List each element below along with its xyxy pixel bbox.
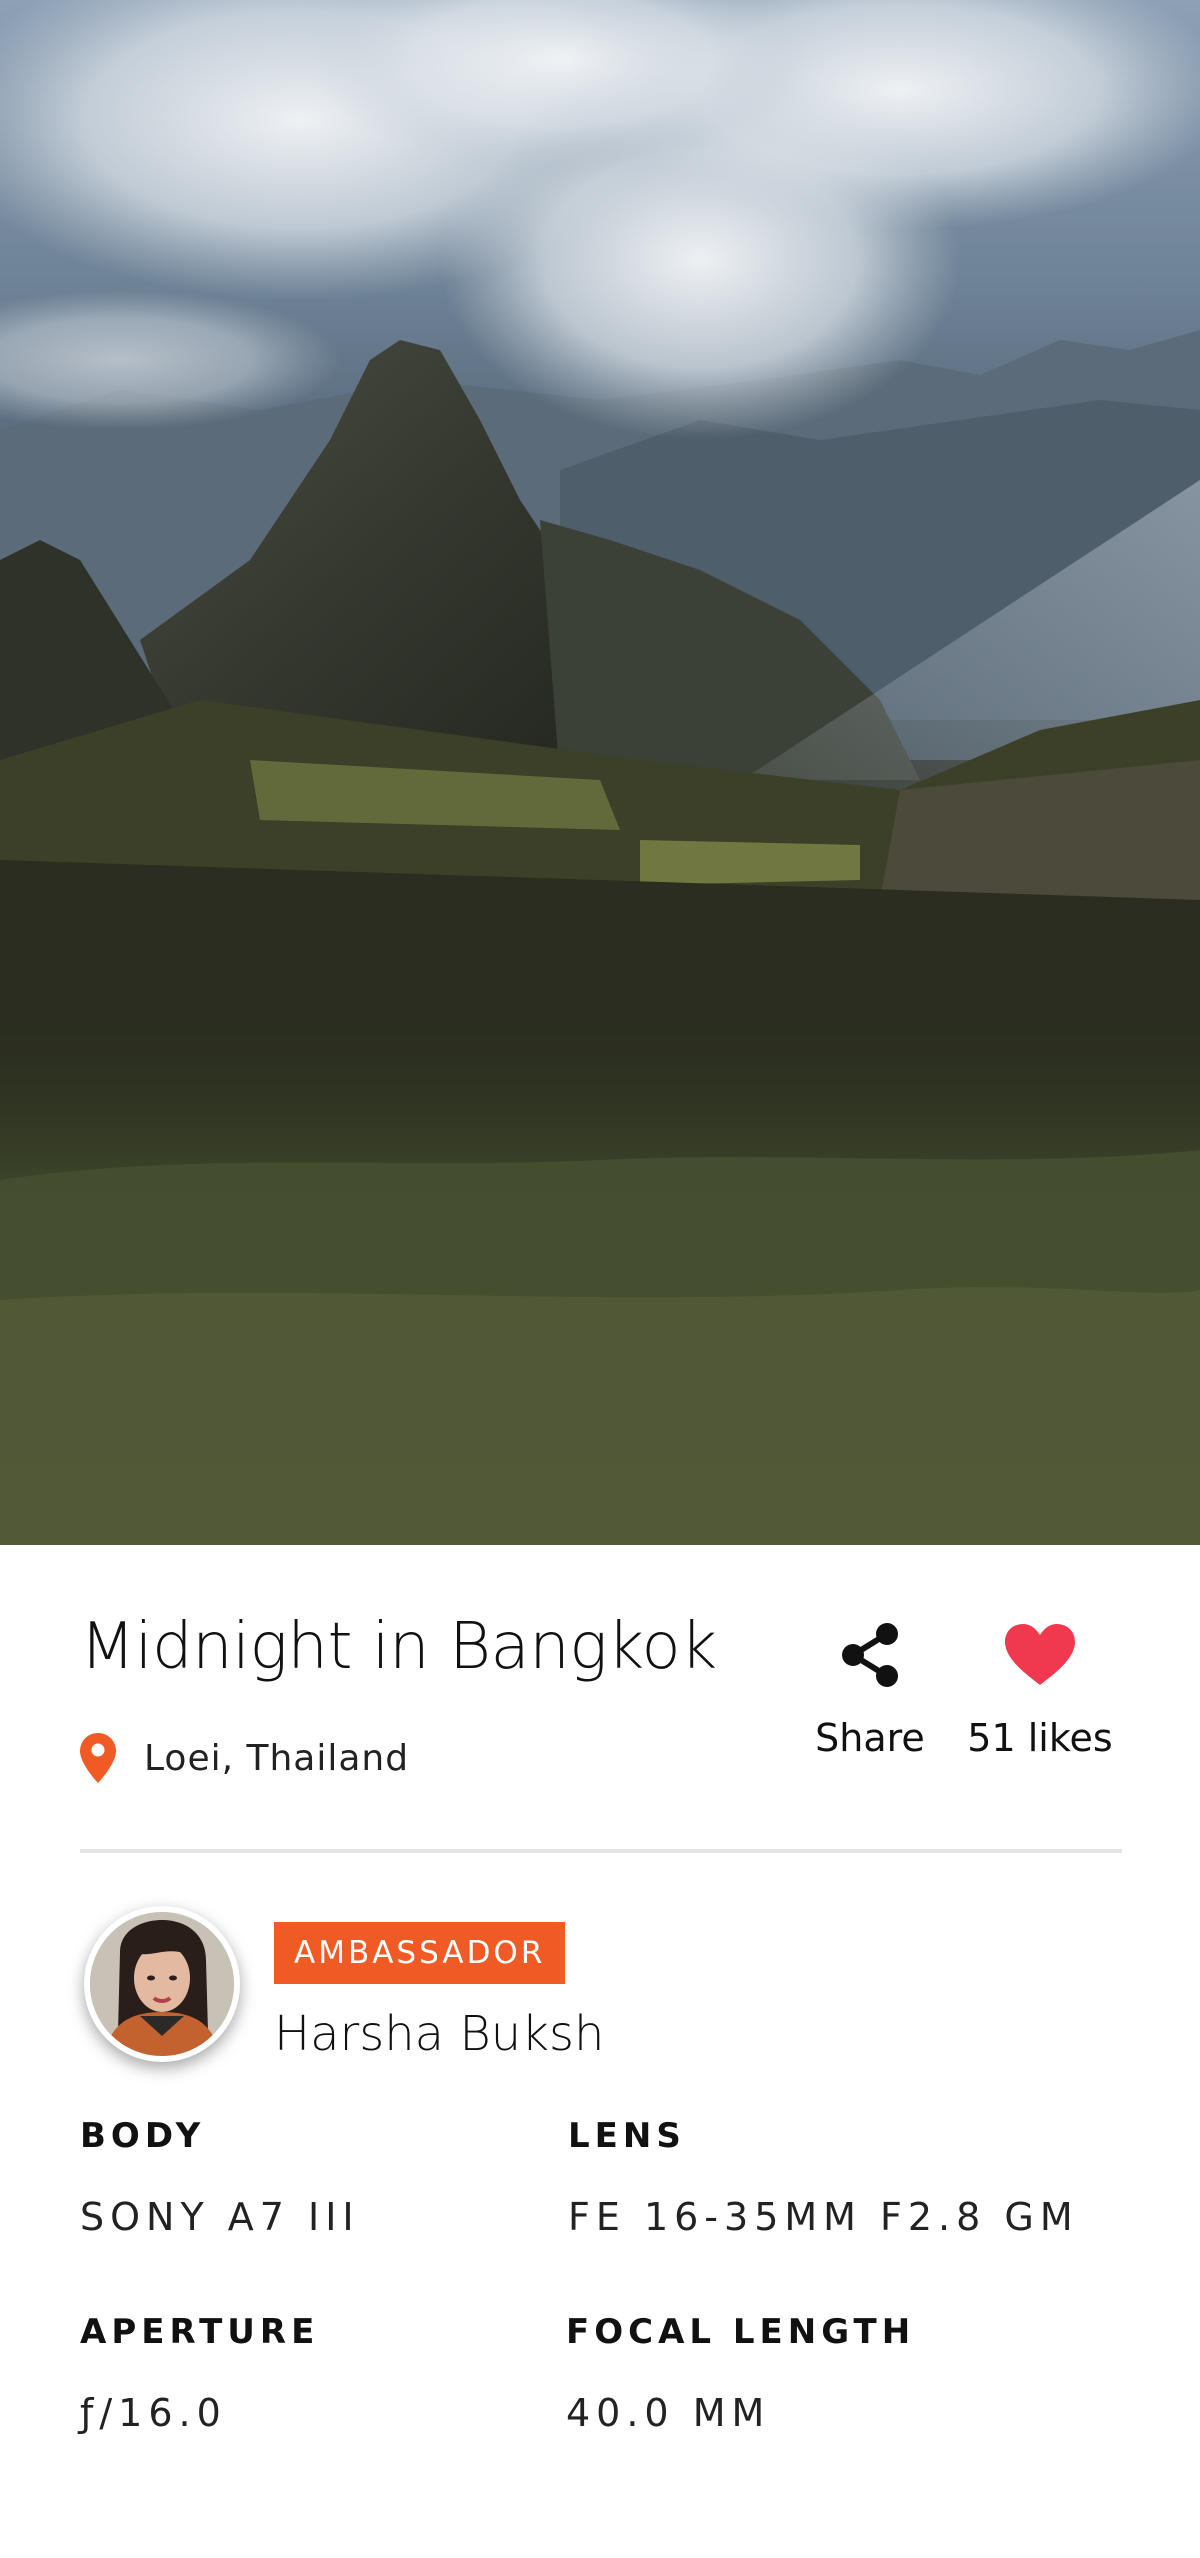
spec-lens-value: FE 16-35MM F2.8 GM bbox=[568, 2195, 1079, 2239]
likes-count: 51 likes bbox=[967, 1716, 1113, 1760]
location: Loei, Thailand bbox=[80, 1733, 409, 1783]
spec-lens-label: LENS bbox=[568, 2116, 686, 2156]
photo-title: Midnight in Bangkok bbox=[80, 1610, 717, 1684]
photographer-name[interactable]: Harsha Buksh bbox=[274, 2006, 604, 2062]
spec-body-value: SONY A7 III bbox=[80, 2195, 360, 2239]
location-label: Loei, Thailand bbox=[144, 1737, 410, 1779]
divider bbox=[80, 1849, 1122, 1853]
spec-focal-length-value: 40.0 MM bbox=[566, 2391, 771, 2435]
share-label: Share bbox=[815, 1716, 925, 1760]
share-button[interactable]: Share bbox=[812, 1620, 928, 1760]
map-pin-icon bbox=[80, 1733, 116, 1783]
ambassador-badge: AMBASSADOR bbox=[274, 1922, 566, 1984]
spec-focal-length-label: FOCAL LENGTH bbox=[566, 2312, 916, 2352]
hero-photo bbox=[0, 0, 1200, 1545]
spec-body-label: BODY bbox=[80, 2116, 206, 2156]
spec-aperture-value: ƒ/16.0 bbox=[80, 2391, 227, 2435]
avatar[interactable] bbox=[84, 1906, 240, 2062]
heart-icon bbox=[1005, 1624, 1075, 1685]
avatar-image bbox=[90, 1912, 234, 2056]
spec-aperture-label: APERTURE bbox=[80, 2312, 320, 2352]
like-button[interactable]: 51 likes bbox=[962, 1620, 1118, 1760]
hero-photo-illustration bbox=[0, 0, 1200, 1545]
share-icon bbox=[842, 1623, 898, 1687]
